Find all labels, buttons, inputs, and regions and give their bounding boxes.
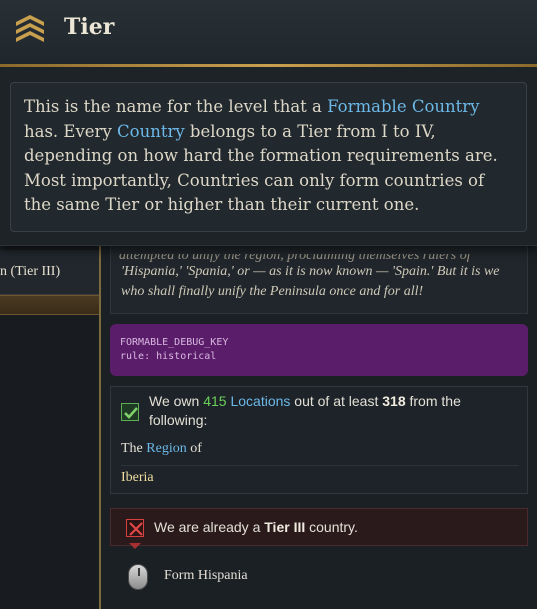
req-prefix: We own <box>149 393 204 409</box>
sub-prefix: The <box>121 441 147 456</box>
failure-text: We are already a Tier III country. <box>154 519 358 535</box>
close-x-icon <box>126 519 144 537</box>
country-link[interactable]: Country <box>117 122 185 141</box>
caret-down-icon <box>129 543 141 549</box>
requirement-text: We own 415 Locations out of at least 318… <box>149 392 499 430</box>
sub-suffix: of <box>186 441 202 456</box>
fail-prefix: We are already a <box>154 519 265 535</box>
tooltip-header: Tier <box>0 0 537 64</box>
gold-divider <box>0 64 537 67</box>
debug-box: FORMABLE_DEBUG_KEY rule: historical <box>110 324 528 376</box>
formable-country-link[interactable]: Formable Country <box>327 97 479 116</box>
body-part-1: This is the name for the level that a <box>24 97 328 116</box>
tier-chevrons-icon <box>14 14 46 46</box>
region-link[interactable]: Region <box>146 441 186 456</box>
form-country-button[interactable]: Form Hispania <box>128 562 428 592</box>
column-divider <box>99 240 101 609</box>
debug-rule: rule: historical <box>120 351 217 362</box>
body-part-2: has. Every <box>24 121 118 141</box>
tier-value: Tier III <box>264 519 306 535</box>
form-button-label: Form Hispania <box>164 568 248 583</box>
checkmark-icon <box>121 403 139 421</box>
requirement-box: We own 415 Locations out of at least 318… <box>110 386 528 494</box>
lore-description: 'Hispania,' 'Spania,' or — as it is now … <box>110 240 528 314</box>
region-name[interactable]: Iberia <box>121 470 154 486</box>
tooltip-text: This is the name for the level that a Fo… <box>24 95 514 218</box>
locations-link[interactable]: Locations <box>230 393 290 409</box>
left-gold-strip <box>0 295 99 315</box>
req-middle: out of at least <box>290 393 383 409</box>
tier-tab-label: n (Tier III) <box>0 264 61 279</box>
divider <box>121 465 519 466</box>
lore-text: 'Hispania,' 'Spania,' or — as it is now … <box>121 264 500 299</box>
fail-suffix: country. <box>305 519 358 535</box>
tooltip-title: Tier <box>64 14 115 40</box>
debug-key: FORMABLE_DEBUG_KEY <box>120 337 229 348</box>
needed-count: 318 <box>382 393 406 409</box>
region-requirement: The Region of <box>121 441 202 457</box>
tier-failure-box: We are already a Tier III country. <box>110 508 528 546</box>
owned-count: 415 <box>203 393 227 409</box>
left-column-body <box>0 315 99 609</box>
mouse-icon <box>128 564 148 590</box>
tier-tooltip: Tier This is the name for the level that… <box>0 0 537 246</box>
tooltip-body: This is the name for the level that a Fo… <box>10 82 527 232</box>
